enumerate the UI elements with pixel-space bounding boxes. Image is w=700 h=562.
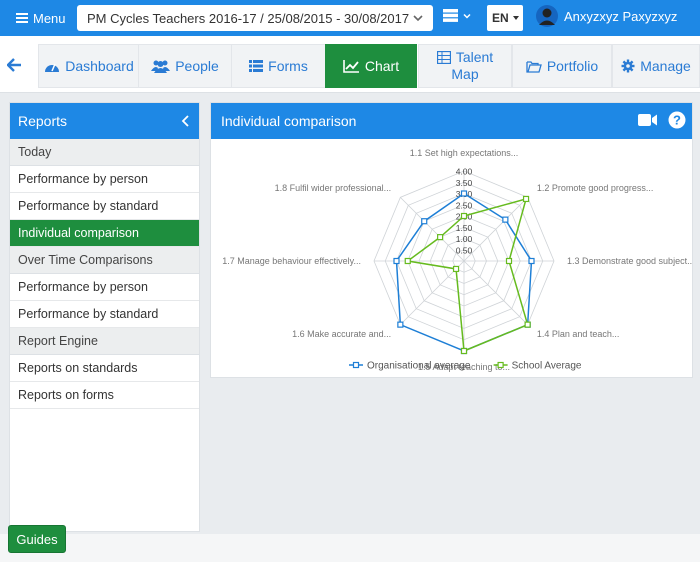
radar-data-point [393,257,400,265]
radar-tick-label: 1.50 [456,223,473,233]
radar-category-label: 1.7 Manage behaviour effectively... [222,256,361,266]
people-icon [151,60,171,73]
chevron-left-icon[interactable] [181,115,191,127]
caret-down-icon [513,16,519,20]
legend-label: School Average [512,361,582,372]
radar-chart-area: 0.501.001.502.002.503.003.504.001.1 Set … [211,139,694,382]
panel-title: Individual comparison [221,113,357,129]
tab-manage[interactable]: Manage [612,44,700,88]
sidebar-item-individual-comparison[interactable]: Individual comparison [10,220,199,247]
radar-data-point [524,321,531,328]
legend-label: Organisational average [367,361,471,372]
tab-forms-label: Forms [268,58,308,74]
view-toggle[interactable] [443,9,472,22]
radar-category-label: 1.6 Make accurate and... [292,329,391,339]
main-nav: Dashboard People Forms Chart Talent Map … [0,36,700,93]
radar-category-label: 1.2 Promote good progress... [537,183,654,193]
radar-tick-label: 3.50 [456,178,473,188]
guides-button[interactable]: Guides [8,525,66,553]
tab-portfolio[interactable]: Portfolio [512,44,612,88]
radar-data-point [452,265,460,273]
legend-marker [352,361,360,369]
reports-sidebar: Reports Today Performance by person Perf… [9,102,200,532]
radar-data-point [437,234,444,241]
sidebar-item-performance-by-standard[interactable]: Performance by standard [10,193,199,220]
svg-text:?: ? [673,113,681,128]
sidebar-group-over-time: Over Time Comparisons [10,247,199,274]
user-menu[interactable]: Anxyzxyz Paxyzxyz [536,5,677,27]
tab-forms[interactable]: Forms [231,44,326,88]
tab-portfolio-label: Portfolio [546,58,599,74]
radar-category-label: 1.1 Set high expectations... [410,148,519,158]
radar-data-point [460,347,468,355]
sidebar-title: Reports [18,113,68,129]
sidebar-header: Reports [10,103,199,139]
radar-category-label: 1.4 Plan and teach... [537,329,620,339]
radar-data-point [505,257,513,265]
folder-icon [526,60,542,73]
sidebar-group-report-engine: Report Engine [10,328,199,355]
tab-people-label: People [175,58,219,74]
radar-tick-label: 4.00 [456,167,473,177]
list-icon [249,60,264,72]
menu-button[interactable]: Menu [0,11,76,26]
tab-talent-map[interactable]: Talent Map [418,44,512,88]
hamburger-icon [16,11,28,25]
line-chart-icon [343,59,359,73]
sidebar-item-reports-on-standards[interactable]: Reports on standards [10,355,199,382]
tab-talent-map-label-1: Talent [455,49,494,65]
radar-data-point [460,212,468,220]
sidebar-group-today: Today [10,139,199,166]
avatar [536,5,558,27]
radar-data-point [404,257,411,265]
sidebar-item-overtime-performance-by-person[interactable]: Performance by person [10,274,199,301]
comparison-panel: Individual comparison ? 0.501.001.502.00… [210,102,695,378]
top-bar: Menu PM Cycles Teachers 2016-17 / 25/08/… [0,0,700,36]
radar-data-point [421,218,428,225]
chevron-down-icon [463,13,471,19]
radar-tick-label: 1.00 [456,234,473,244]
tab-people[interactable]: People [138,44,232,88]
radar-data-point [522,195,530,203]
tab-dashboard-label: Dashboard [65,58,134,74]
panel-header: Individual comparison ? [211,103,692,139]
user-name: Anxyzxyz Paxyzxyz [564,8,678,24]
gear-icon [621,59,635,73]
radar-data-point [502,216,509,223]
sidebar-item-reports-on-forms[interactable]: Reports on forms [10,382,199,409]
table-icon [436,51,451,64]
video-camera-icon[interactable] [638,113,658,127]
radar-category-label: 1.3 Demonstrate good subject... [567,256,692,266]
server-icon [443,9,458,22]
language-select[interactable]: EN [487,5,523,31]
cycle-select-value: PM Cycles Teachers 2016-17 / 25/08/2015 … [87,10,410,26]
tab-dashboard[interactable]: Dashboard [38,44,140,88]
help-icon[interactable]: ? [668,111,686,129]
radar-category-label: 1.8 Fulfil wider professional... [275,183,392,193]
sidebar-item-overtime-performance-by-standard[interactable]: Performance by standard [10,301,199,328]
language-value: EN [492,11,509,25]
radar-data-point [397,321,404,328]
dashboard-icon [45,63,60,72]
back-arrow-icon[interactable] [7,58,22,72]
radar-data-point [460,190,468,197]
tab-talent-map-label-2: Map [451,66,479,82]
tab-manage-label: Manage [640,58,691,74]
radar-chart: 0.501.001.502.002.503.003.504.001.1 Set … [222,148,694,372]
radar-data-point [528,257,535,265]
radar-tick-label: 2.50 [456,200,473,210]
tab-chart[interactable]: Chart [325,44,417,88]
chevron-down-icon [413,15,423,22]
radar-tick-label: 0.50 [456,245,473,255]
footer-strip [0,534,700,562]
cycle-select[interactable]: PM Cycles Teachers 2016-17 / 25/08/2015 … [77,5,433,31]
menu-label: Menu [33,10,66,26]
sidebar-item-performance-by-person[interactable]: Performance by person [10,166,199,193]
tab-chart-label: Chart [364,58,400,74]
legend-marker [497,361,504,369]
